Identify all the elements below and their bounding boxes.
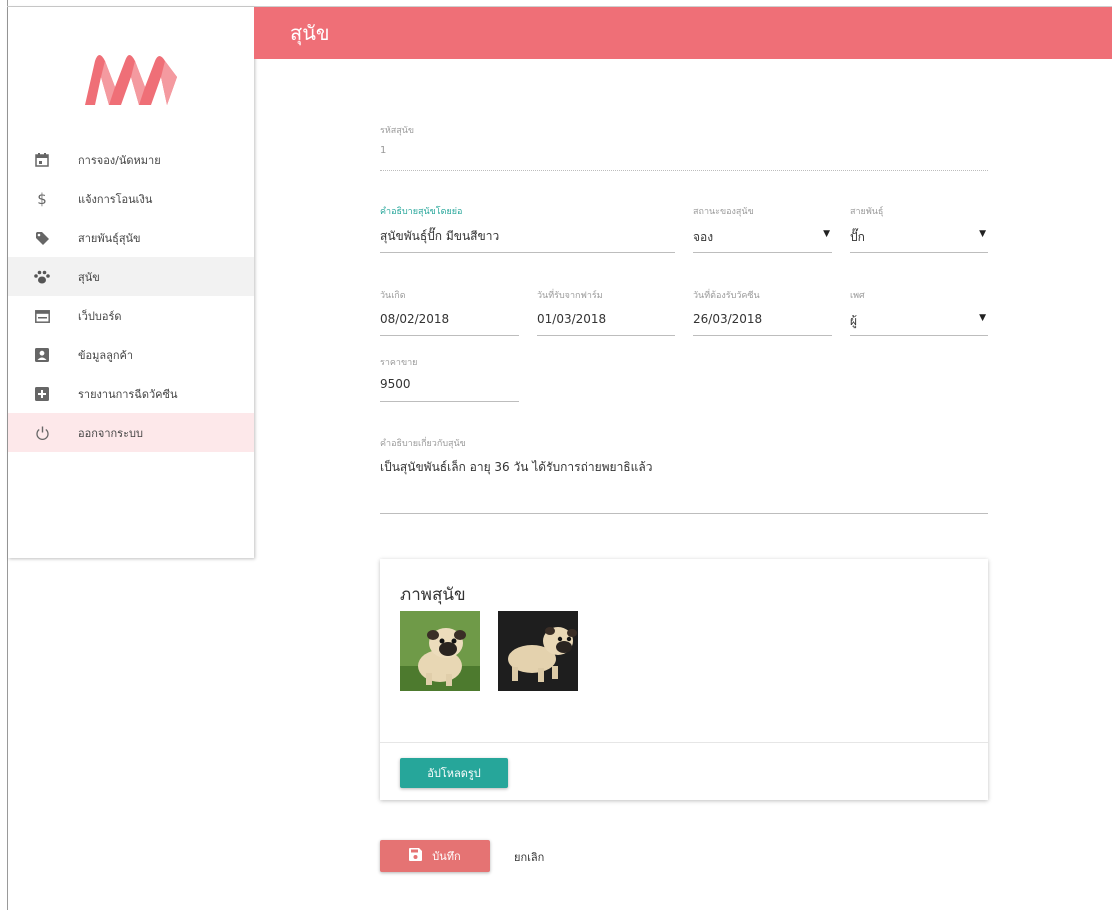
top-bar: สุนัข — [254, 7, 1112, 59]
price-value: 9500 — [380, 377, 411, 391]
calendar-icon — [34, 152, 50, 168]
price-underline — [380, 401, 519, 402]
breed-value: ปั๊ก — [850, 230, 865, 244]
status-value: จอง — [693, 230, 714, 244]
birth-date-underline — [380, 335, 519, 336]
sidebar-item-label: สายพันธุ์สุนัข — [78, 231, 141, 245]
sidebar-item-label: ออกจากระบบ — [78, 426, 143, 440]
sidebar-item-webboard[interactable]: เว็ปบอร์ด — [8, 296, 254, 335]
chevron-down-icon: ▼ — [979, 313, 986, 323]
dog-photo-2[interactable] — [498, 611, 578, 691]
short-desc-field[interactable]: คำอธิบายสุนัขโดยย่อ สุนัขพันธุ์ปั๊ก มีขน… — [380, 204, 675, 253]
sidebar-item-transfer[interactable]: $ แจ้งการโอนเงิน — [8, 179, 254, 218]
farm-date-field[interactable]: วันที่รับจากฟาร์ม 01/03/2018 — [537, 288, 675, 336]
dog-id-label: รหัสสุนัข — [380, 126, 415, 136]
photo-card: ภาพสุนัข อัปโหลดรูป — [380, 559, 988, 800]
status-label: สถานะของสุนัข — [693, 207, 754, 217]
sidebar-menu: การจอง/นัดหมาย $ แจ้งการโอนเงิน สายพันธุ… — [8, 140, 254, 452]
farm-date-underline — [537, 335, 675, 336]
vaccine-date-field[interactable]: วันที่ต้องรับวัคซีน 26/03/2018 — [693, 288, 832, 336]
page-title: สุนัข — [290, 21, 330, 45]
card-divider — [380, 742, 988, 743]
dog-photo-1[interactable] — [400, 611, 480, 691]
status-select[interactable]: สถานะของสุนัข จอง ▼ — [693, 204, 832, 253]
save-icon — [409, 848, 423, 864]
short-desc-value: สุนัขพันธุ์ปั๊ก มีขนสีขาว — [380, 229, 500, 243]
sex-underline — [850, 335, 988, 336]
sidebar-item-breeds[interactable]: สายพันธุ์สุนัข — [8, 218, 254, 257]
sidebar: การจอง/นัดหมาย $ แจ้งการโอนเงิน สายพันธุ… — [8, 7, 254, 558]
sidebar-item-vaccine-report[interactable]: รายงานการฉีดวัคซีน — [8, 374, 254, 413]
sidebar-item-dogs[interactable]: สุนัข — [8, 257, 254, 296]
status-underline — [693, 252, 832, 253]
sidebar-item-label: รายงานการฉีดวัคซีน — [78, 387, 178, 401]
tag-icon — [34, 230, 50, 246]
description-label: คำอธิบายเกี่ยวกับสุนัข — [380, 439, 466, 449]
breed-label: สายพันธุ์ — [850, 207, 884, 217]
sidebar-item-label: ข้อมูลลูกค้า — [78, 348, 134, 362]
sidebar-item-label: แจ้งการโอนเงิน — [78, 192, 153, 206]
sidebar-item-label: เว็ปบอร์ด — [78, 309, 122, 323]
dog-id-underline — [380, 170, 988, 171]
price-field[interactable]: ราคาขาย 9500 — [380, 355, 519, 402]
sidebar-item-customers[interactable]: ข้อมูลลูกค้า — [8, 335, 254, 374]
save-button[interactable]: บันทึก — [380, 840, 490, 872]
birth-date-label: วันเกิด — [380, 291, 406, 301]
description-textarea[interactable]: คำอธิบายเกี่ยวกับสุนัข เป็นสุนัขพันธ์เล็… — [380, 436, 988, 514]
sidebar-item-booking[interactable]: การจอง/นัดหมาย — [8, 140, 254, 179]
upload-photo-button[interactable]: อัปโหลดรูป — [400, 758, 508, 788]
cancel-button[interactable]: ยกเลิก — [514, 848, 544, 866]
chevron-down-icon: ▼ — [979, 229, 986, 239]
farm-date-value: 01/03/2018 — [537, 312, 607, 326]
sidebar-item-label: สุนัข — [78, 270, 100, 284]
breed-underline — [850, 252, 988, 253]
web-icon — [34, 308, 50, 324]
vaccine-date-value: 26/03/2018 — [693, 312, 763, 326]
birth-date-field[interactable]: วันเกิด 08/02/2018 — [380, 288, 519, 336]
dog-id-value: 1 — [380, 145, 387, 156]
plus-box-icon — [34, 386, 50, 402]
description-underline — [380, 513, 988, 514]
farm-date-label: วันที่รับจากฟาร์ม — [537, 291, 603, 301]
chevron-down-icon: ▼ — [823, 229, 830, 239]
breed-select[interactable]: สายพันธุ์ ปั๊ก ▼ — [850, 204, 988, 253]
photo-card-title: ภาพสุนัข — [400, 585, 466, 605]
sidebar-item-label: การจอง/นัดหมาย — [78, 153, 161, 167]
sidebar-item-logout[interactable]: ออกจากระบบ — [8, 413, 254, 452]
dollar-icon: $ — [37, 190, 47, 208]
birth-date-value: 08/02/2018 — [380, 312, 450, 326]
sex-value: ผู้ — [850, 314, 858, 328]
sex-label: เพศ — [850, 291, 865, 301]
short-desc-underline — [380, 252, 675, 253]
vaccine-date-label: วันที่ต้องรับวัคซีน — [693, 291, 760, 301]
account-box-icon — [34, 347, 50, 363]
power-icon — [34, 425, 50, 441]
save-button-label: บันทึก — [432, 850, 461, 863]
short-desc-label: คำอธิบายสุนัขโดยย่อ — [380, 207, 463, 217]
sex-select[interactable]: เพศ ผู้ ▼ — [850, 288, 988, 336]
description-value: เป็นสุนัขพันธ์เล็ก อายุ 36 วัน ได้รับการ… — [380, 460, 653, 474]
price-label: ราคาขาย — [380, 358, 418, 368]
vaccine-date-underline — [693, 335, 832, 336]
app-logo[interactable] — [81, 47, 181, 105]
dog-id-field[interactable]: รหัสสุนัข 1 — [380, 123, 988, 171]
paw-icon — [34, 269, 50, 285]
